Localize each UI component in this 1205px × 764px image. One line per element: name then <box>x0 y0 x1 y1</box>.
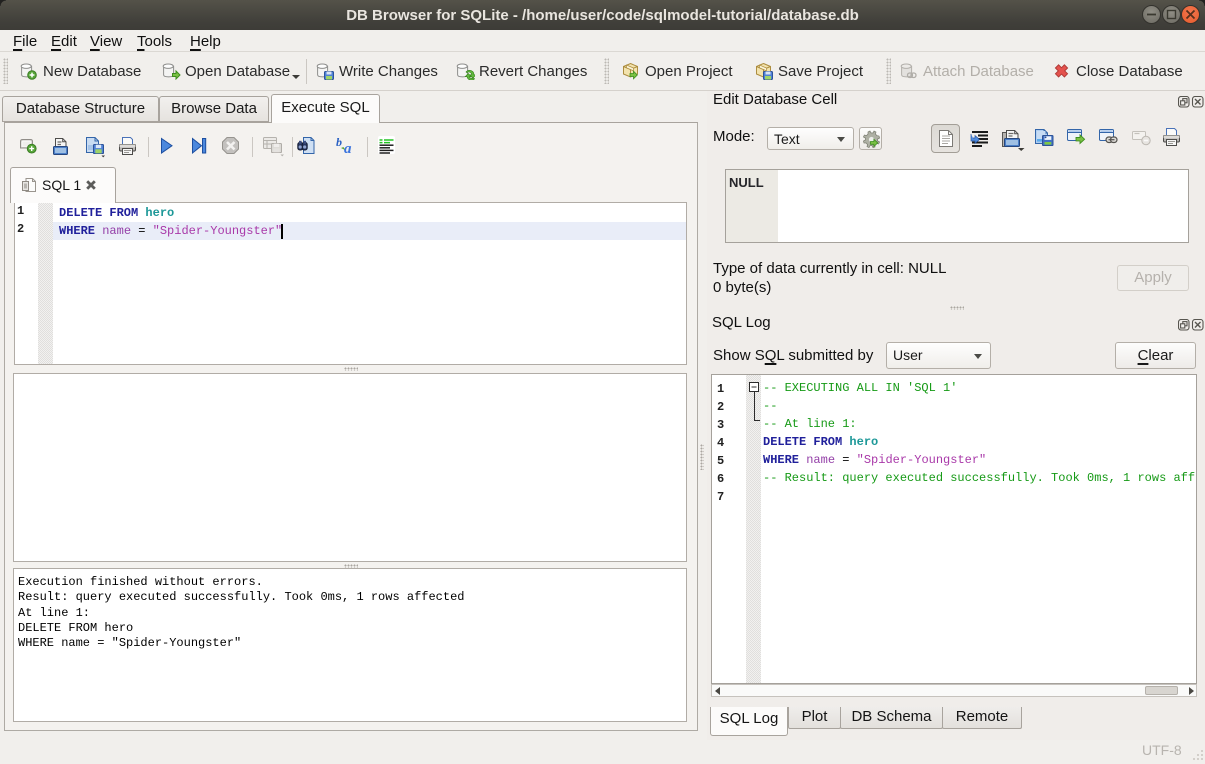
svg-text:b: b <box>336 136 342 149</box>
svg-text:a: a <box>344 141 352 156</box>
